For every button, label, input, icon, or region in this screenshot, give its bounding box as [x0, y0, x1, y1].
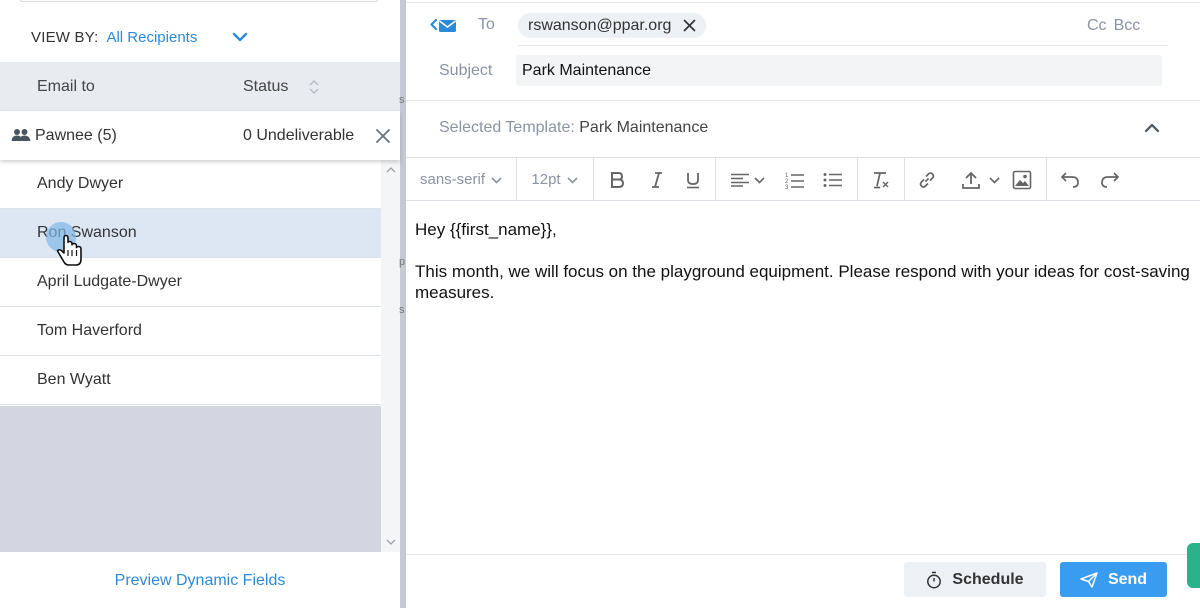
- schedule-button[interactable]: Schedule: [904, 562, 1046, 597]
- toolbar-separator: [904, 158, 905, 201]
- subject-input[interactable]: [516, 55, 1162, 86]
- clear-format-icon[interactable]: [868, 158, 894, 201]
- recipient-name: Ben Wyatt: [37, 371, 111, 388]
- view-by-filter[interactable]: VIEW BY: All Recipients: [31, 27, 197, 47]
- list-item[interactable]: Andy Dwyer: [0, 160, 381, 209]
- recipient-list: Andy Dwyer Ron Swanson April Ludgate-Dwy…: [0, 160, 381, 405]
- table-header: Email to Status: [0, 62, 400, 111]
- preview-dynamic-fields-link[interactable]: Preview Dynamic Fields: [0, 572, 400, 590]
- font-size-select[interactable]: 12pt: [516, 158, 593, 201]
- column-email-to: Email to: [37, 78, 95, 95]
- template-label: Selected Template:: [439, 119, 575, 136]
- redo-icon[interactable]: [1097, 158, 1123, 201]
- bold-icon[interactable]: [604, 158, 630, 201]
- font-family-value: sans-serif: [419, 171, 486, 188]
- background-text: s: [399, 304, 405, 316]
- paper-plane-icon: [1080, 571, 1098, 588]
- underline-icon[interactable]: [680, 158, 706, 201]
- image-icon[interactable]: [1009, 158, 1035, 201]
- editor-toolbar: sans-serif 12pt 123: [406, 157, 1200, 201]
- close-icon[interactable]: [375, 128, 391, 144]
- schedule-label: Schedule: [952, 570, 1024, 588]
- background-text: p: [399, 256, 405, 268]
- list-item[interactable]: Ben Wyatt: [0, 356, 381, 405]
- recipient-name: April Ludgate-Dwyer: [37, 273, 182, 290]
- compose-top-edge: [406, 0, 1200, 3]
- selected-template: Selected Template: Park Maintenance: [439, 119, 708, 137]
- group-icon: [11, 128, 31, 142]
- list-empty-area: [0, 406, 381, 552]
- view-by-value[interactable]: All Recipients: [106, 29, 197, 46]
- to-field-underline: [518, 45, 1168, 46]
- body-paragraph: This month, we will focus on the playgro…: [415, 262, 1190, 302]
- send-button[interactable]: Send: [1060, 562, 1167, 597]
- recipient-name: Ron Swanson: [37, 224, 137, 241]
- sort-icon[interactable]: [308, 78, 320, 96]
- close-icon[interactable]: [683, 19, 696, 32]
- list-item[interactable]: April Ludgate-Dwyer: [0, 258, 381, 307]
- scroll-down-icon[interactable]: [386, 538, 396, 546]
- chevron-down-icon[interactable]: [232, 31, 248, 43]
- template-value: Park Maintenance: [579, 119, 709, 136]
- divider: [406, 100, 1200, 101]
- toolbar-separator: [857, 158, 858, 201]
- toolbar-separator: [715, 158, 716, 201]
- chevron-down-icon: [988, 176, 1000, 184]
- timer-icon: [927, 571, 942, 588]
- numbered-list-icon[interactable]: 123: [782, 158, 808, 201]
- toolbar-separator: [1046, 158, 1047, 201]
- send-label: Send: [1107, 570, 1148, 588]
- font-family-select[interactable]: sans-serif: [406, 158, 516, 201]
- svg-text:3: 3: [785, 185, 789, 189]
- side-widget-edge[interactable]: [1187, 543, 1200, 588]
- email-body-editor[interactable]: Hey {{first_name}}, This month, we will …: [415, 219, 1191, 303]
- recipient-chip[interactable]: rswanson@ppar.org: [518, 13, 707, 38]
- bullet-list-icon[interactable]: [820, 158, 846, 201]
- link-icon[interactable]: [914, 158, 940, 201]
- scroll-up-icon[interactable]: [386, 166, 396, 174]
- recipient-name: Tom Haverford: [37, 322, 142, 339]
- italic-icon[interactable]: [644, 158, 670, 201]
- reply-email-icon[interactable]: [430, 16, 458, 34]
- search-box-edge: [20, 0, 378, 2]
- bcc-button[interactable]: Bcc: [1114, 17, 1141, 35]
- view-by-label: VIEW BY:: [31, 28, 99, 46]
- align-icon[interactable]: [724, 158, 770, 201]
- toolbar-separator: [593, 158, 594, 201]
- chevron-up-icon[interactable]: [1144, 122, 1160, 133]
- column-status[interactable]: Status: [243, 78, 288, 96]
- list-item[interactable]: Ron Swanson: [0, 209, 381, 258]
- scrollbar[interactable]: [381, 160, 400, 552]
- recipient-email: rswanson@ppar.org: [528, 16, 672, 34]
- cc-bcc-toggles: Cc Bcc: [1087, 17, 1140, 35]
- body-greeting: Hey {{first_name}},: [415, 220, 557, 239]
- recipient-group-row[interactable]: Pawnee (5) 0 Undeliverable: [0, 111, 400, 160]
- cc-button[interactable]: Cc: [1087, 17, 1107, 35]
- group-status: 0 Undeliverable: [243, 127, 355, 144]
- compose-panel: To rswanson@ppar.org Cc Bcc Subject Sele…: [406, 0, 1200, 608]
- chevron-down-icon: [753, 176, 765, 184]
- list-item[interactable]: Tom Haverford: [0, 307, 381, 356]
- recipients-panel: VIEW BY: All Recipients Email to Status …: [0, 0, 400, 608]
- to-label: To: [478, 16, 495, 33]
- recipient-name: Andy Dwyer: [37, 175, 124, 192]
- subject-label: Subject: [439, 62, 493, 79]
- divider: [406, 554, 1200, 555]
- undo-icon[interactable]: [1057, 158, 1083, 201]
- group-label: Pawnee (5): [35, 127, 117, 144]
- font-size-value: 12pt: [531, 171, 561, 188]
- background-text: s: [399, 94, 405, 106]
- upload-icon[interactable]: [954, 158, 1006, 201]
